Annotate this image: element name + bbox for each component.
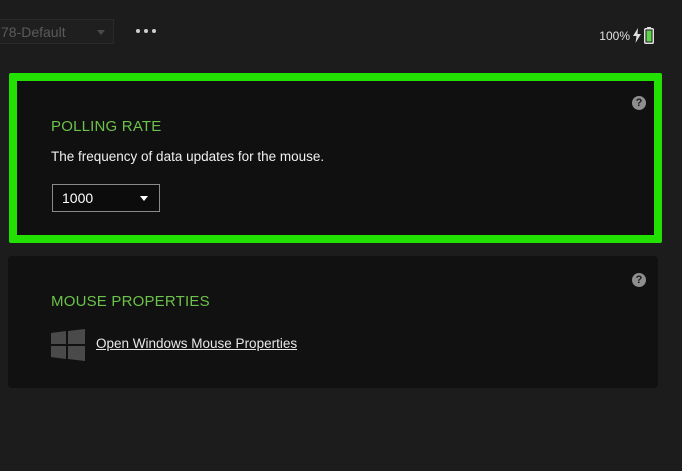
more-dot-icon xyxy=(144,29,148,33)
mouse-properties-title: MOUSE PROPERTIES xyxy=(51,293,210,310)
help-icon[interactable]: ? xyxy=(632,273,646,287)
battery-percentage: 100% xyxy=(599,28,630,43)
polling-rate-title: POLLING RATE xyxy=(51,118,162,135)
help-icon[interactable]: ? xyxy=(632,96,646,110)
mouse-properties-panel: ? MOUSE PROPERTIES Open Windows Mouse Pr… xyxy=(8,256,658,388)
chevron-down-icon xyxy=(140,196,148,201)
polling-rate-dropdown[interactable]: 1000 xyxy=(52,184,160,212)
open-windows-mouse-properties-link[interactable]: Open Windows Mouse Properties xyxy=(96,336,297,351)
polling-rate-description: The frequency of data updates for the mo… xyxy=(51,149,325,164)
windows-logo-icon xyxy=(51,329,85,361)
polling-rate-value: 1000 xyxy=(62,190,94,206)
more-options-button[interactable] xyxy=(136,23,156,39)
profile-dropdown-value: 78-Default xyxy=(1,23,66,40)
app-window: 78-Default 100% ? POLLING RATE The frequ… xyxy=(0,0,682,471)
chevron-down-icon xyxy=(97,30,105,35)
battery-status: 100% xyxy=(599,27,654,44)
charging-bolt-icon xyxy=(633,28,641,43)
profile-dropdown[interactable]: 78-Default xyxy=(0,19,114,44)
more-dot-icon xyxy=(136,29,140,33)
polling-rate-panel: ? POLLING RATE The frequency of data upd… xyxy=(9,73,662,243)
battery-icon xyxy=(644,27,654,44)
more-dot-icon xyxy=(152,29,156,33)
